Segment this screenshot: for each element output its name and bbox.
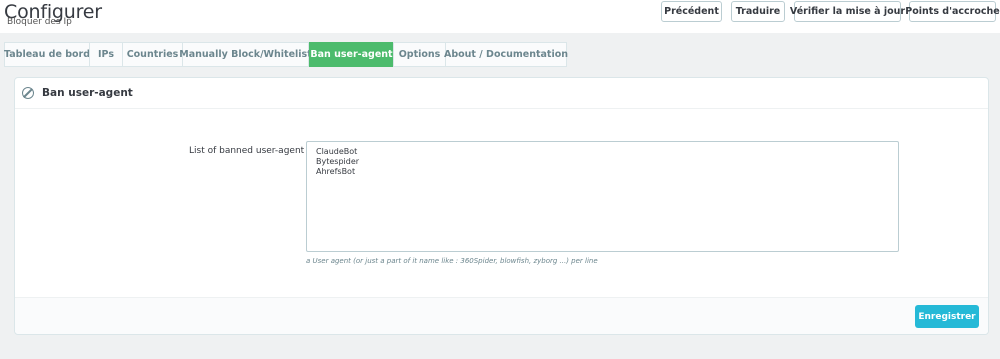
panel-heading: Ban user-agent — [15, 78, 988, 109]
tab-ips[interactable]: IPs — [89, 42, 123, 67]
page-header: Configurer Bloquer des Ip Précédent Trad… — [0, 0, 1000, 33]
user-agent-line: ClaudeBot — [316, 147, 358, 156]
tab-dashboard[interactable]: Tableau de bord — [4, 42, 90, 67]
tab-countries[interactable]: Countries — [122, 42, 183, 67]
check-update-button[interactable]: Vérifier la mise à jour — [790, 1, 905, 22]
panel-title: Ban user-agent — [42, 87, 133, 99]
user-agent-line: AhrefsBot — [316, 167, 356, 176]
save-button[interactable]: Enregistrer — [915, 305, 979, 328]
help-text: a User agent (or just a part of it name … — [306, 257, 598, 265]
tab-about-documentation[interactable]: About / Documentation — [444, 42, 568, 67]
user-agent-field-label: List of banned user-agent — [189, 146, 305, 156]
tab-ban-user-agent[interactable]: Ban user-agent — [309, 42, 394, 67]
panel-footer: Enregistrer — [15, 297, 988, 334]
translate-button[interactable]: Traduire — [731, 1, 785, 22]
ban-icon — [22, 87, 34, 99]
banned-user-agent-textarea[interactable]: ClaudeBot Bytespider AhrefsBot — [306, 141, 899, 252]
ban-user-agent-panel: Ban user-agent List of banned user-agent… — [14, 77, 989, 335]
tab-manually-block-whitelist[interactable]: Manually Block/Whitelist — [179, 42, 312, 67]
previous-button[interactable]: Précédent — [661, 1, 722, 22]
page-subtitle: Bloquer des Ip — [7, 17, 72, 27]
tabs-bar: Tableau de bord IPs Countries Manually B… — [0, 33, 1000, 68]
user-agent-line: Bytespider — [316, 157, 360, 166]
tab-options[interactable]: Options — [393, 42, 446, 67]
hooks-button[interactable]: Points d'accroche — [905, 1, 1000, 22]
